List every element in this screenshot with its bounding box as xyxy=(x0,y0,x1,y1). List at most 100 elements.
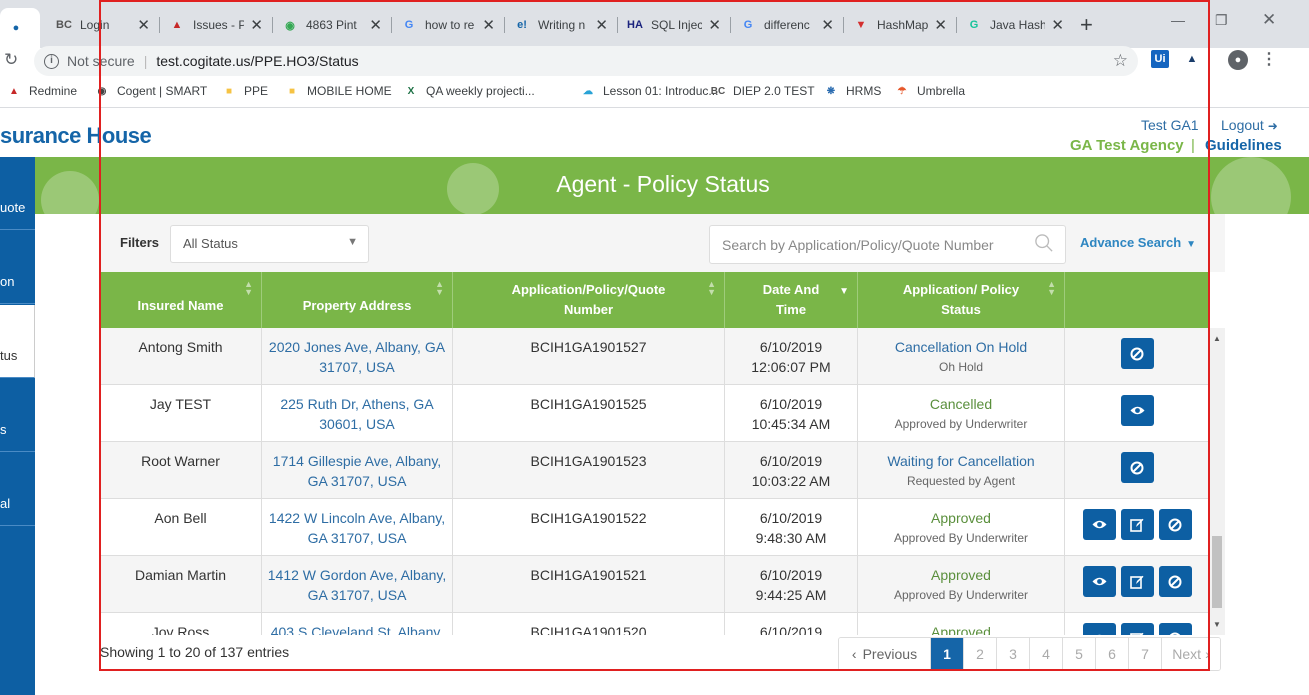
cancel-policy-button[interactable] xyxy=(1120,338,1154,369)
page-number-button[interactable]: 5 xyxy=(1063,638,1096,670)
browser-tab[interactable]: ◉ 4863 Pint ✕ xyxy=(274,10,388,40)
cancel-policy-button[interactable] xyxy=(1120,452,1154,483)
minimize-button[interactable]: — xyxy=(1171,12,1185,28)
page-number-button[interactable]: 1 xyxy=(931,638,964,670)
bookmark-item[interactable]: ❋ HRMS xyxy=(823,83,882,99)
sidebar-item-quote[interactable]: uote xyxy=(0,157,35,230)
column-header-status[interactable]: Application/ Policy Status ▲ ▼ xyxy=(858,272,1065,328)
browser-tab[interactable]: e! Writing n ✕ xyxy=(506,10,614,40)
edit-button[interactable] xyxy=(1120,566,1154,597)
edit-button[interactable] xyxy=(1120,509,1154,540)
ui-extension-icon[interactable]: Ui xyxy=(1151,50,1169,68)
sidebar-item-policies[interactable]: s xyxy=(0,379,35,452)
reload-icon[interactable]: ↻ xyxy=(4,50,18,70)
bookmark-item[interactable]: ■ PPE xyxy=(221,83,268,99)
property-address-link[interactable]: 1422 W Lincoln Ave, Albany, GA 31707, USA xyxy=(262,499,453,555)
guidelines-link[interactable]: Guidelines xyxy=(1205,137,1282,154)
column-header-date-time[interactable]: Date And Time ▼ xyxy=(725,272,858,328)
close-tab-icon[interactable]: ✕ xyxy=(708,16,721,34)
advance-search-toggle[interactable]: Advance Search ▼ xyxy=(1080,235,1196,250)
sidebar-item-renewal[interactable]: al xyxy=(0,453,35,526)
user-name-link[interactable]: Test GA1 xyxy=(1141,117,1199,133)
bookmark-label: HRMS xyxy=(846,84,882,98)
page-number-button[interactable]: 6 xyxy=(1096,638,1129,670)
view-button[interactable] xyxy=(1082,566,1116,597)
search-icon[interactable] xyxy=(1035,234,1053,252)
scroll-up-icon[interactable]: ▲ xyxy=(1213,334,1221,343)
close-window-button[interactable]: ✕ xyxy=(1262,10,1276,30)
insured-name-cell: Jov Ross xyxy=(100,613,262,635)
cancel-policy-button[interactable] xyxy=(1158,509,1192,540)
property-address-link[interactable]: 2020 Jones Ave, Albany, GA 31707, USA xyxy=(262,328,453,384)
bookmark-item[interactable]: X QA weekly projecti... xyxy=(403,83,535,99)
close-tab-icon[interactable]: ✕ xyxy=(1051,16,1064,34)
search-input[interactable] xyxy=(710,226,1030,263)
time-text: 9:44:25 AM xyxy=(755,587,827,603)
browser-tab[interactable]: Ghow to re ✕ xyxy=(393,10,501,40)
page-number-button[interactable]: 3 xyxy=(997,638,1030,670)
address-line: 1412 W Gordon Ave, Albany, xyxy=(267,567,447,583)
column-header-number[interactable]: Application/Policy/Quote Number ▲ ▼ xyxy=(453,272,725,328)
browser-tab[interactable]: HA SQL Injec ✕ xyxy=(619,10,727,40)
cancel-policy-button[interactable] xyxy=(1158,566,1192,597)
close-tab-icon[interactable]: ✕ xyxy=(137,16,150,34)
view-button[interactable] xyxy=(1120,395,1154,426)
table-row: Jov Ross 403 S Cleveland St. Albanv. BCIH1… xyxy=(100,613,1209,635)
browser-tab[interactable]: BC Login ✕ xyxy=(48,10,156,40)
brand-logo[interactable]: surance House xyxy=(0,123,152,149)
status-subtext: Oh Hold xyxy=(938,360,984,374)
browser-tab[interactable]: G Java Hash ✕ xyxy=(958,10,1070,40)
bookmark-star-icon[interactable]: ☆ xyxy=(1113,51,1128,71)
next-page-button[interactable]: Next › xyxy=(1162,638,1220,670)
close-tab-icon[interactable]: ✕ xyxy=(369,16,382,34)
close-tab-icon[interactable]: ✕ xyxy=(250,16,263,34)
page-number-button[interactable]: 4 xyxy=(1030,638,1063,670)
restore-button[interactable]: ❐ xyxy=(1215,12,1228,29)
address-line: GA 31707, USA xyxy=(307,473,407,489)
close-tab-icon[interactable]: ✕ xyxy=(482,16,495,34)
javatpoint-icon: ▼ xyxy=(855,19,867,31)
info-icon[interactable]: i xyxy=(44,53,59,69)
column-header-insured-name[interactable]: Insured Name ▲ ▼ xyxy=(100,272,262,328)
page-number-button[interactable]: 2 xyxy=(964,638,997,670)
table-scrollbar[interactable]: ▲ ▼ xyxy=(1209,328,1225,635)
logout-link[interactable]: Logout ➜ xyxy=(1221,117,1278,133)
browser-tab[interactable]: Gdifferenc ✕ xyxy=(732,10,840,40)
property-address-link[interactable]: 1714 Gillespie Ave, Albany, GA 31707, USA xyxy=(262,442,453,498)
column-header-label: Date And Time xyxy=(762,282,820,317)
close-tab-icon[interactable]: ✕ xyxy=(821,16,834,34)
edit-button[interactable] xyxy=(1120,623,1154,635)
scroll-down-icon[interactable]: ▼ xyxy=(1213,620,1221,629)
status-filter-select[interactable]: All Status ▼ xyxy=(170,225,369,263)
bookmark-item[interactable]: ◉ Cogent | SMART xyxy=(94,83,208,99)
drive-extension-icon[interactable]: ▲ xyxy=(1183,50,1201,68)
column-header-property-address[interactable]: Property Address ▲ ▼ xyxy=(262,272,453,328)
address-bar[interactable]: i Not secure | test.cogitate.us/PPE.HO3/… xyxy=(34,46,1138,76)
menu-kebab-icon[interactable]: ⋮ xyxy=(1260,50,1278,68)
close-tab-icon[interactable]: ✕ xyxy=(595,16,608,34)
bookmark-item[interactable]: ■ MOBILE HOME xyxy=(284,83,392,99)
bookmark-item[interactable]: ▲ Redmine xyxy=(6,83,77,99)
property-address-link[interactable]: 403 S Cleveland St. Albanv. xyxy=(262,613,453,635)
pagination: ‹ Previous 1234567 Next › xyxy=(838,637,1221,671)
bookmark-item[interactable]: ☁ Lesson 01: Introduc... xyxy=(580,83,718,99)
page-number-button[interactable]: 7 xyxy=(1129,638,1162,670)
cancel-policy-button[interactable] xyxy=(1158,623,1192,635)
property-address-link[interactable]: 1412 W Gordon Ave, Albany, GA 31707, USA xyxy=(262,556,453,612)
view-button[interactable] xyxy=(1082,623,1116,635)
new-tab-button[interactable]: + xyxy=(1080,12,1093,38)
close-tab-icon[interactable]: ✕ xyxy=(934,16,947,34)
browser-tab[interactable]: ▲ Issues - P ✕ xyxy=(161,10,269,40)
close-tab-icon[interactable]: ✕ xyxy=(38,19,40,37)
sidebar-item-status[interactable]: tus xyxy=(0,305,35,378)
bookmark-item[interactable]: ☂ Umbrella xyxy=(894,83,966,99)
bookmark-item[interactable]: BC DIEP 2.0 TEST xyxy=(710,83,815,99)
browser-tab[interactable]: ▼ HashMap ✕ xyxy=(845,10,953,40)
property-address-link[interactable]: 225 Ruth Dr, Athens, GA 30601, USA xyxy=(262,385,453,441)
scrollbar-thumb[interactable] xyxy=(1212,536,1222,608)
view-button[interactable] xyxy=(1082,509,1116,540)
profile-icon[interactable]: ● xyxy=(1228,50,1248,70)
previous-page-button[interactable]: ‹ Previous xyxy=(839,638,931,670)
browser-tab[interactable]: ●Sta✕ xyxy=(0,8,40,48)
sidebar-item-application[interactable]: on xyxy=(0,231,35,304)
